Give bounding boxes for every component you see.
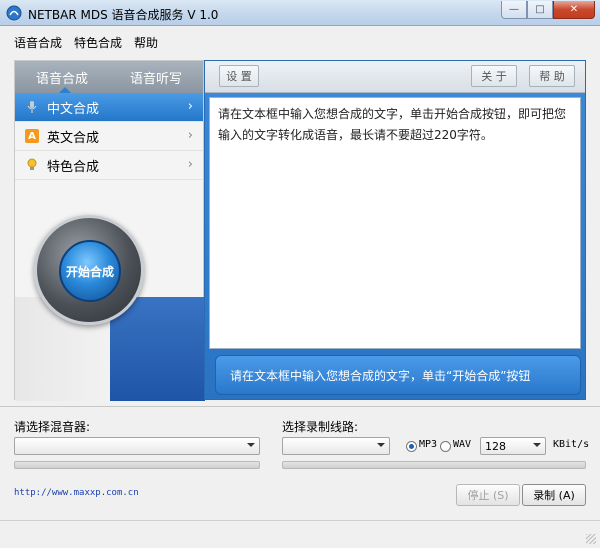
title-bar: NETBAR MDS 语音合成服务 V 1.0 — □ ✕ <box>0 0 600 26</box>
menu-bar: 语音合成 特色合成 帮助 <box>0 27 600 57</box>
bitrate-value: 128 <box>485 439 506 453</box>
menu-speech-synthesis[interactable]: 语音合成 <box>14 34 62 51</box>
help-button[interactable]: 帮 助 <box>529 65 575 87</box>
line-label: 选择录制线路: <box>282 420 359 434</box>
window-controls: — □ ✕ <box>501 1 595 19</box>
chevron-right-icon: › <box>187 128 193 143</box>
chevron-right-icon: › <box>187 99 193 114</box>
dropdown-arrow-icon <box>247 443 255 447</box>
stop-button[interactable]: 停止 (S) <box>456 484 520 506</box>
left-tabs: 语音合成 语音听写 <box>15 61 203 93</box>
menu-help[interactable]: 帮助 <box>134 34 158 51</box>
microphone-icon <box>25 100 39 114</box>
chevron-right-icon: › <box>187 157 193 172</box>
mp3-radio[interactable] <box>406 441 417 452</box>
tab-speech-synthesis[interactable]: 语音合成 <box>15 61 109 93</box>
blue-band <box>110 297 205 401</box>
settings-button[interactable]: 设 置 <box>219 65 259 87</box>
letter-a-icon: A <box>25 129 39 143</box>
close-button[interactable]: ✕ <box>553 1 595 19</box>
nav-item-label: 中文合成 <box>47 101 100 117</box>
divider <box>0 406 600 407</box>
record-button[interactable]: 录制 (A) <box>522 484 586 506</box>
hint-bar: 请在文本框中输入您想合成的文字，单击“开始合成”按钮 <box>215 355 581 395</box>
wav-radio[interactable] <box>440 441 451 452</box>
resize-grip-icon[interactable] <box>586 534 596 544</box>
status-bar <box>0 520 600 548</box>
record-line-select[interactable] <box>282 437 390 455</box>
nav-item-label: 英文合成 <box>47 130 100 146</box>
window-title: NETBAR MDS 语音合成服务 V 1.0 <box>28 8 219 22</box>
app-icon <box>6 5 22 21</box>
bitrate-select[interactable]: 128 <box>480 437 546 455</box>
nav-item-special[interactable]: 特色合成 › <box>15 151 203 180</box>
about-button[interactable]: 关 于 <box>471 65 517 87</box>
website-link[interactable]: http://www.maxxp.com.cn <box>14 488 139 498</box>
bitrate-unit: KBit/s <box>553 439 590 450</box>
nav-item-label: 特色合成 <box>47 159 100 175</box>
synthesis-text-input[interactable]: 请在文本框中输入您想合成的文字，单击开始合成按钮，即可把您输入的文字转化成语音，… <box>209 97 581 349</box>
maximize-button[interactable]: □ <box>527 1 553 19</box>
right-content-panel: 设 置 关 于 帮 助 请在文本框中输入您想合成的文字，单击开始合成按钮，即可把… <box>204 60 586 400</box>
lightbulb-icon <box>25 158 39 172</box>
menu-special-synthesis[interactable]: 特色合成 <box>74 34 122 51</box>
dropdown-arrow-icon <box>377 443 385 447</box>
wav-label: WAV <box>453 439 472 450</box>
minimize-button[interactable]: — <box>501 1 527 19</box>
mixer-level-meter <box>14 461 260 469</box>
nav-item-english[interactable]: A 英文合成 › <box>15 122 203 151</box>
start-synthesis-button[interactable]: 开始合成 <box>59 240 121 302</box>
nav-item-chinese[interactable]: 中文合成 › <box>15 93 203 122</box>
mixer-select[interactable] <box>14 437 260 455</box>
tab-speech-dictation[interactable]: 语音听写 <box>109 61 203 93</box>
mp3-label: MP3 <box>419 439 438 450</box>
mixer-label: 请选择混音器: <box>14 420 91 434</box>
toolbar: 设 置 关 于 帮 助 <box>205 61 585 93</box>
record-level-meter <box>282 461 586 469</box>
dropdown-arrow-icon <box>533 443 541 447</box>
